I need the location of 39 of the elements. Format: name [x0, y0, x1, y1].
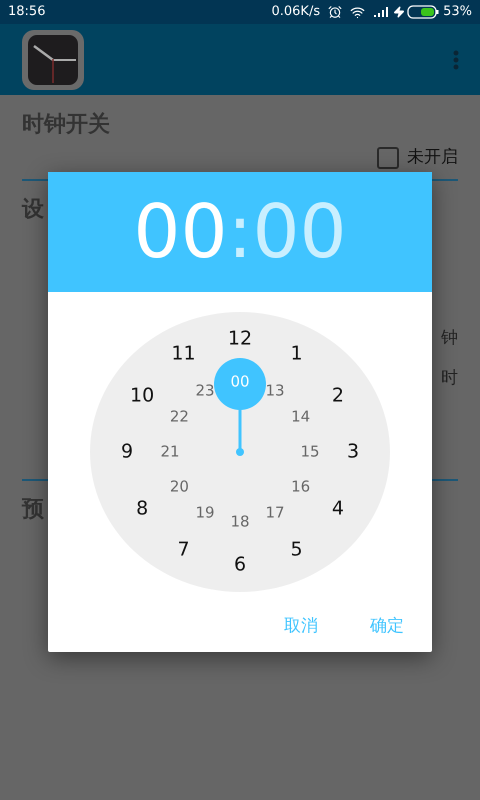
- wifi-icon: [350, 4, 366, 20]
- signal-icon: [373, 6, 390, 18]
- dial-number[interactable]: 5: [290, 540, 303, 560]
- status-time: 18:56: [8, 3, 46, 22]
- dial-number[interactable]: 4: [332, 499, 344, 518]
- battery-percent: 53%: [443, 3, 472, 22]
- dial-number[interactable]: 23: [195, 384, 215, 399]
- dial-number[interactable]: 6: [234, 556, 246, 574]
- setting-label: 时: [441, 366, 458, 390]
- dial-number[interactable]: 10: [130, 386, 154, 405]
- dial-number[interactable]: 17: [265, 505, 285, 520]
- dial-number[interactable]: 12: [228, 330, 252, 348]
- more-options-icon[interactable]: [453, 50, 459, 70]
- time-separator: :: [228, 195, 252, 269]
- clock-app-icon: [21, 30, 85, 90]
- setting-label: 钟: [441, 326, 458, 350]
- dial-number[interactable]: 1: [290, 344, 303, 364]
- network-speed: 0.06K/s: [271, 3, 320, 22]
- dial-number[interactable]: 18: [230, 514, 250, 530]
- dial-number[interactable]: 21: [160, 444, 180, 460]
- dial-number[interactable]: 15: [300, 444, 320, 460]
- alarm-icon: [328, 5, 342, 19]
- dial-number[interactable]: 16: [291, 480, 310, 494]
- dial-number[interactable]: 14: [291, 410, 310, 424]
- dial-number[interactable]: 2: [332, 386, 344, 405]
- checkbox-label: 未开启: [407, 146, 458, 169]
- clock-dial[interactable]: 12 1 2 3 4 5 6 7 8 9 10 11 00 13 14 15 16 17 18 19 20 21 22 23: [90, 312, 390, 592]
- dial-number[interactable]: 19: [195, 505, 215, 520]
- dial-number[interactable]: 7: [177, 540, 190, 560]
- dial-number[interactable]: 20: [170, 480, 189, 494]
- dial-number[interactable]: 13: [265, 384, 285, 399]
- battery-icon: [407, 5, 440, 19]
- checkbox[interactable]: [377, 146, 399, 169]
- dial-number[interactable]: 22: [170, 410, 189, 424]
- dial-number[interactable]: 11: [171, 344, 196, 364]
- charging-icon: [393, 6, 406, 18]
- dial-number[interactable]: 9: [120, 442, 134, 462]
- dial-number[interactable]: 8: [136, 499, 148, 518]
- dial-number[interactable]: 3: [346, 442, 360, 462]
